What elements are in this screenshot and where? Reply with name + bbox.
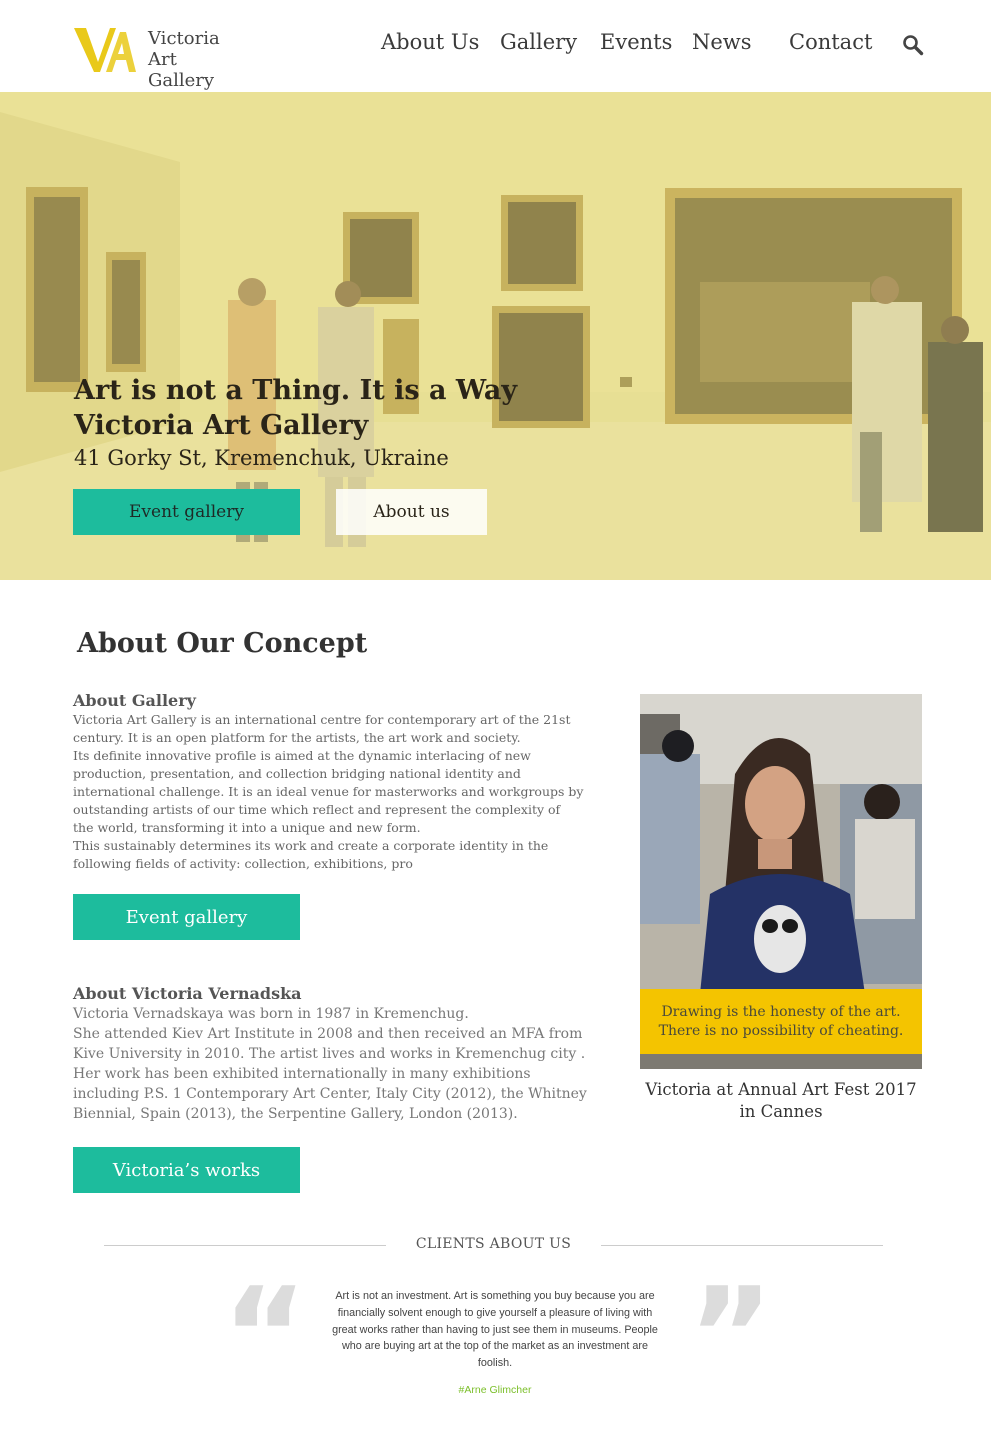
gallery-line: century. It is an open platform for the … xyxy=(73,730,521,745)
photo-quote-line-1: Drawing is the honesty of the art. xyxy=(661,1003,901,1020)
photo-caption-line-2: in Cannes xyxy=(739,1102,823,1121)
victoria-line: Her work has been exhibited internationa… xyxy=(73,1066,531,1082)
hero-tagline: Art is not a Thing. It is a Way xyxy=(74,375,518,406)
clients-divider-left xyxy=(104,1245,386,1246)
victoria-line: She attended Kiev Art Institute in 2008 … xyxy=(73,1026,583,1042)
close-quote-icon: ” xyxy=(688,1259,774,1411)
about-gallery-text: Victoria Art Gallery is an international… xyxy=(73,711,588,873)
victoria-photo: Drawing is the honesty of the art. There… xyxy=(640,694,922,1069)
victoria-line: Kive University in 2010. The artist live… xyxy=(73,1046,586,1062)
hero-title: Victoria Art Gallery xyxy=(74,410,369,441)
nav-events[interactable]: Events xyxy=(600,30,672,54)
testimonial-line: foolish. xyxy=(477,1357,513,1370)
nav-about-us[interactable]: About Us xyxy=(381,30,479,54)
site-header: Victoria Art Gallery About Us Gallery Ev… xyxy=(0,0,991,92)
gallery-line: This sustainably determines its work and… xyxy=(73,838,549,853)
open-quote-icon: “ xyxy=(222,1259,308,1411)
hero-event-gallery-button[interactable]: Event gallery xyxy=(73,489,300,535)
hero-address: 41 Gorky St, Kremenchuk, Ukraine xyxy=(74,446,449,470)
victorias-works-button[interactable]: Victoria’s works xyxy=(73,1147,300,1193)
gallery-line: following fields of activity: collection… xyxy=(73,856,413,871)
photo-quote-line-2: There is no possibility of cheating. xyxy=(658,1022,904,1039)
hero-about-us-button[interactable]: About us xyxy=(336,489,487,535)
gallery-line: Victoria Art Gallery is an international… xyxy=(73,712,571,727)
testimonial-line: financially solvent enough to give yours… xyxy=(337,1306,653,1319)
hero-banner: Art is not a Thing. It is a Way Victoria… xyxy=(0,92,991,580)
testimonial-line: great works rather than having to just s… xyxy=(332,1323,658,1336)
gallery-line: Its definite innovative profile is aimed… xyxy=(73,748,531,763)
victoria-line: Victoria Vernadskaya was born in 1987 in… xyxy=(73,1006,469,1022)
testimonial-line: Art is not an investment. Art is somethi… xyxy=(335,1290,655,1302)
clients-title: CLIENTS ABOUT US xyxy=(415,1236,572,1252)
search-icon[interactable] xyxy=(902,34,924,56)
gallery-line: outstanding artists of our time which re… xyxy=(73,802,561,817)
main-nav: About Us Gallery Events News Contact xyxy=(0,30,991,62)
gallery-line: production, presentation, and collection… xyxy=(73,766,521,781)
testimonial-text: Art is not an investment. Art is somethi… xyxy=(325,1288,665,1372)
event-gallery-button[interactable]: Event gallery xyxy=(73,894,300,940)
clients-divider-right xyxy=(601,1245,883,1246)
gallery-line: the world, transforming it into a unique… xyxy=(73,820,421,835)
victoria-line: Biennial, Spain (2013), the Serpentine G… xyxy=(73,1106,518,1122)
photo-quote-banner: Drawing is the honesty of the art. There… xyxy=(640,989,922,1054)
photo-caption-line-1: Victoria at Annual Art Fest 2017 xyxy=(645,1080,917,1099)
nav-gallery[interactable]: Gallery xyxy=(500,30,577,54)
victoria-line: including P.S. 1 Contemporary Art Center… xyxy=(73,1086,587,1102)
testimonial-line: who are buying art at the top of the mar… xyxy=(341,1340,649,1353)
photo-caption: Victoria at Annual Art Fest 2017 in Cann… xyxy=(640,1079,922,1123)
about-victoria-text: Victoria Vernadskaya was born in 1987 in… xyxy=(73,1004,593,1124)
testimonial-author[interactable]: #Arne Glimcher xyxy=(325,1384,665,1396)
nav-news[interactable]: News xyxy=(692,30,752,54)
nav-contact[interactable]: Contact xyxy=(789,30,872,54)
about-victoria-heading: About Victoria Vernadska xyxy=(73,984,302,1003)
gallery-line: international challenge. It is an ideal … xyxy=(73,784,584,799)
about-gallery-heading: About Gallery xyxy=(73,691,196,710)
concept-title: About Our Concept xyxy=(77,628,368,659)
